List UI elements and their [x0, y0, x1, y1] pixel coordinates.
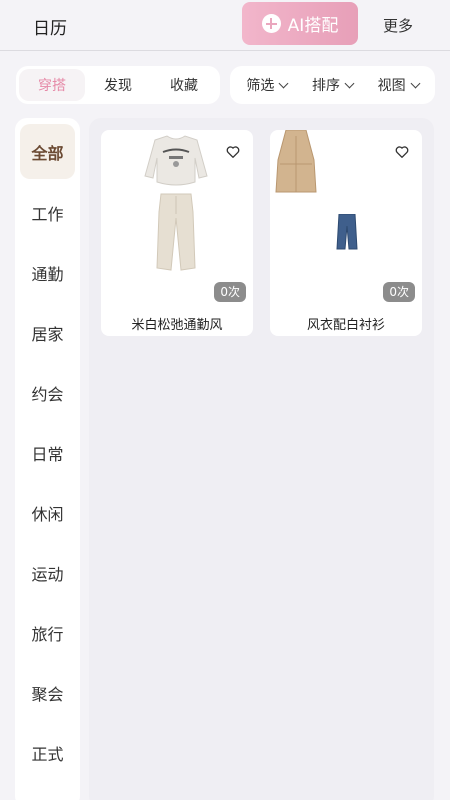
sidebar-item-all[interactable]: 全部 — [20, 124, 75, 179]
heart-outline-icon[interactable] — [394, 144, 410, 160]
filter-bar: 筛选 排序 视图 — [230, 66, 435, 104]
wear-count-badge: 0次 — [214, 282, 246, 302]
category-sidebar: 全部 工作 通勤 居家 约会 日常 休闲 运动 旅行 聚会 正式 — [15, 118, 80, 800]
sort-dropdown[interactable]: 排序 — [311, 75, 355, 95]
sidebar-item-casual[interactable]: 休闲 — [20, 485, 75, 540]
sidebar-item-party[interactable]: 聚会 — [20, 665, 75, 720]
outfit-card[interactable]: 0次 米白松弛通勤风 — [101, 130, 253, 336]
ai-outfit-label: AI搭配 — [287, 16, 339, 36]
view-tabs: 穿搭 发现 收藏 — [16, 66, 220, 104]
outfit-image — [336, 214, 358, 250]
calendar-button[interactable]: 日历 — [33, 14, 67, 39]
chevron-down-icon — [410, 78, 421, 88]
outfit-card[interactable]: 0次 风衣配白衬衫 — [270, 130, 422, 336]
outfit-image — [144, 135, 208, 271]
chevron-down-icon — [278, 78, 289, 88]
filter-label: 筛选 — [246, 78, 275, 94]
sidebar-item-sport[interactable]: 运动 — [20, 545, 75, 600]
heart-outline-icon[interactable] — [225, 144, 241, 160]
view-dropdown[interactable]: 视图 — [377, 75, 421, 95]
view-label: 视图 — [377, 78, 406, 94]
chevron-down-icon — [344, 78, 355, 88]
outfit-title: 米白松弛通勤风 — [131, 318, 223, 333]
ai-outfit-button[interactable]: AI搭配 — [242, 2, 358, 45]
outfit-grid: 0次 米白松弛通勤风 0次 风衣配白衬衫 — [89, 118, 434, 800]
sort-label: 排序 — [311, 78, 340, 94]
sidebar-item-travel[interactable]: 旅行 — [20, 605, 75, 660]
tab-discover[interactable]: 发现 — [85, 69, 151, 101]
sidebar-item-formal[interactable]: 正式 — [20, 725, 75, 780]
plus-icon — [261, 14, 281, 33]
wear-count-badge: 0次 — [383, 282, 415, 302]
filter-dropdown[interactable]: 筛选 — [246, 75, 289, 95]
top-bar: 日历 AI搭配 更多 — [0, 0, 450, 51]
sidebar-item-work[interactable]: 工作 — [20, 185, 75, 240]
more-button[interactable]: 更多 — [383, 15, 413, 36]
outfit-title: 风衣配白衬衫 — [306, 318, 385, 333]
tab-outfits[interactable]: 穿搭 — [19, 69, 85, 101]
sidebar-item-date[interactable]: 约会 — [20, 365, 75, 420]
outfit-image — [275, 130, 317, 193]
sidebar-item-commute[interactable]: 通勤 — [20, 245, 75, 300]
sidebar-item-home[interactable]: 居家 — [20, 305, 75, 360]
tab-favorites[interactable]: 收藏 — [151, 69, 217, 101]
sidebar-item-daily[interactable]: 日常 — [20, 425, 75, 480]
